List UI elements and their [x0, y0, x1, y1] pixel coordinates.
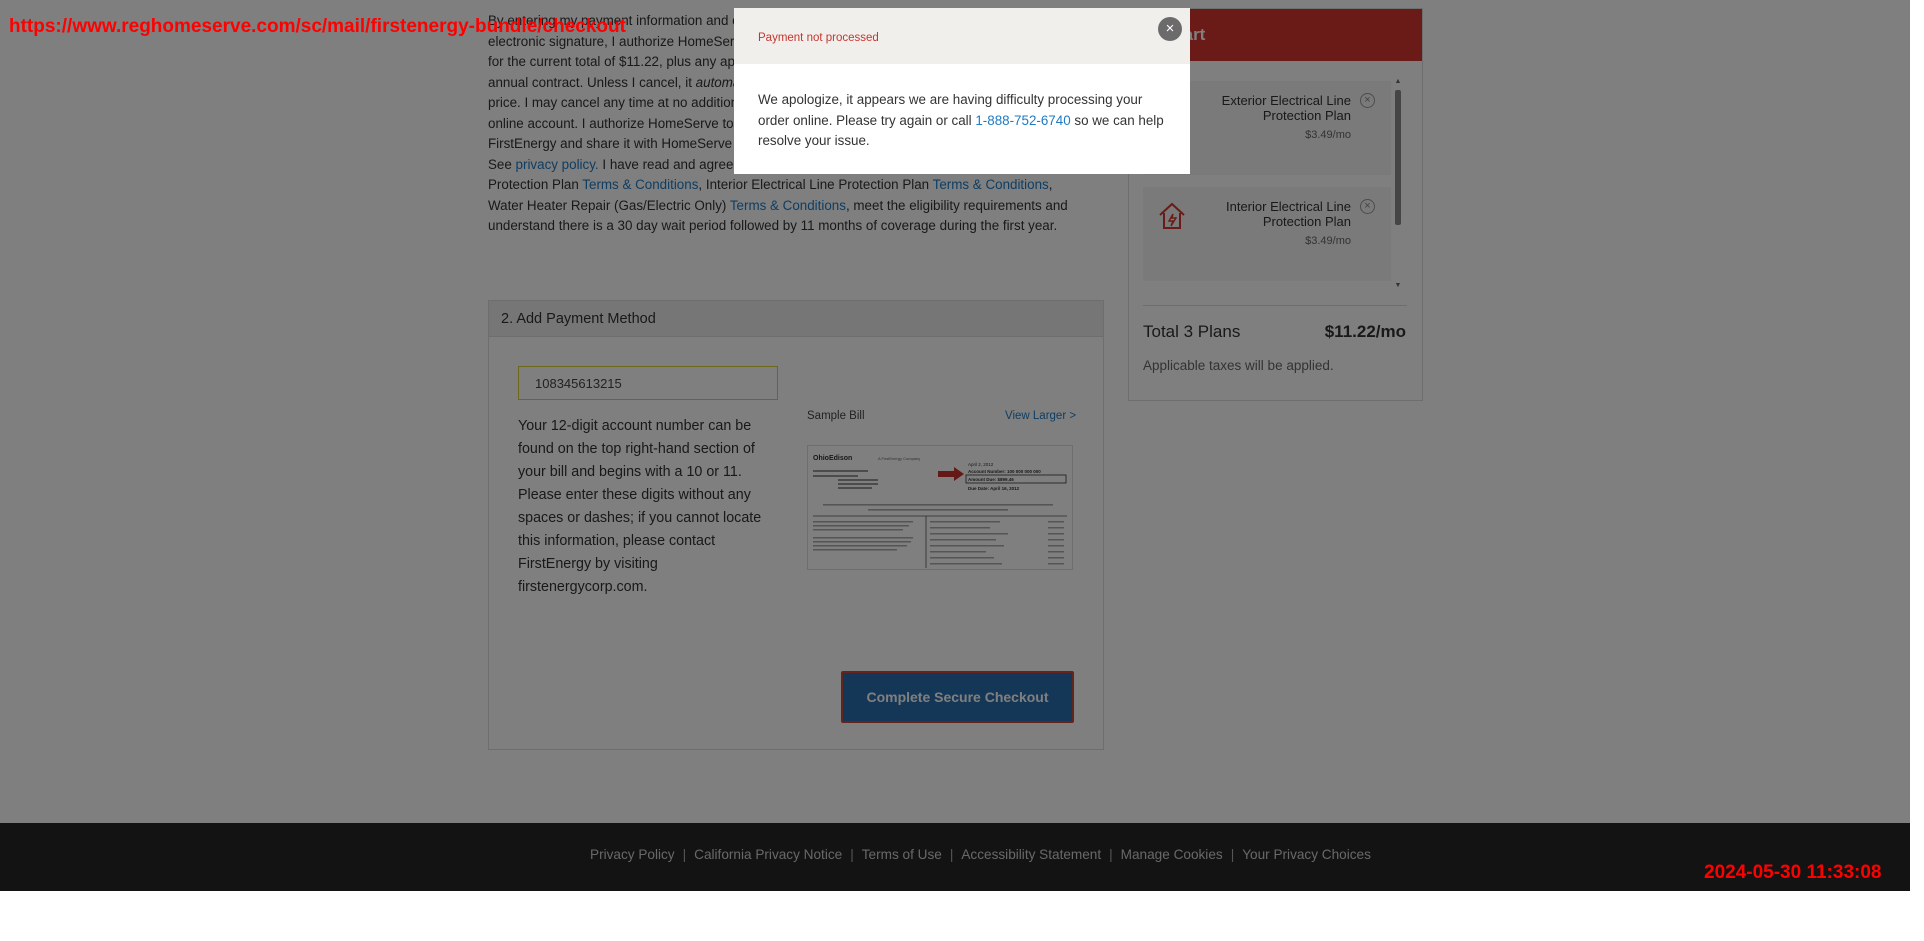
payment-error-modal: Payment not processed We apologize, it a… — [734, 8, 1190, 174]
modal-title: Payment not processed — [758, 32, 879, 44]
modal-header: Payment not processed — [734, 8, 1190, 64]
timestamp-stamp: 2024-05-30 11:33:08 — [1704, 862, 1882, 883]
support-phone-link[interactable]: 1-888-752-6740 — [975, 113, 1070, 128]
page: By entering my payment information and c… — [0, 0, 1924, 941]
modal-message: We apologize, it appears we are having d… — [734, 64, 1190, 152]
close-icon[interactable]: × — [1158, 17, 1182, 41]
url-stamp: https://www.reghomeserve.com/sc/mail/fir… — [9, 16, 626, 37]
